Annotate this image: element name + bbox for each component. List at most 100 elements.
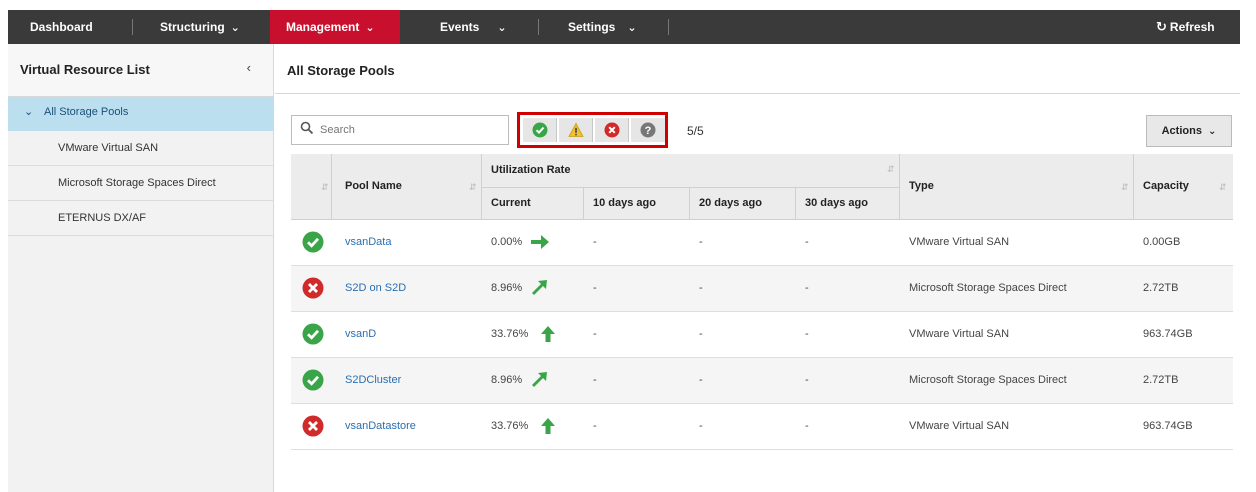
page-title: All Storage Pools — [287, 63, 395, 78]
sidebar-item-all-storage-pools[interactable]: ⌄ All Storage Pools — [8, 97, 274, 131]
main-panel: All Storage Pools Search ? 5/5 Actions ⌄… — [275, 44, 1240, 492]
sort-icon[interactable]: ⇵ — [469, 182, 477, 193]
result-count: 5/5 — [687, 124, 704, 138]
sidebar-item-vmware-virtual-san[interactable]: VMware Virtual SAN — [8, 131, 274, 166]
pool-type: Microsoft Storage Spaces Direct — [909, 282, 1067, 294]
nav-divider — [668, 19, 669, 35]
pool-capacity: 963.74GB — [1143, 420, 1193, 432]
pool-name-link[interactable]: vsanD — [345, 328, 376, 340]
nav-management[interactable]: Management ⌄ — [270, 10, 400, 44]
sidebar-item-eternus[interactable]: ETERNUS DX/AF — [8, 201, 274, 236]
filter-unknown-button[interactable]: ? — [631, 118, 665, 142]
column-header-capacity[interactable]: Capacity — [1143, 180, 1189, 192]
column-divider — [689, 187, 690, 220]
actions-button[interactable]: Actions ⌄ — [1146, 115, 1232, 147]
nav-settings[interactable]: Settings ⌄ — [568, 10, 637, 44]
table-row[interactable]: S2D on S2D 8.96% - - - Microsoft Storage Spac… — [291, 266, 1233, 312]
search-box[interactable] — [291, 115, 509, 145]
sidebar-item-label: ETERNUS DX/AF — [58, 212, 147, 224]
pool-name-link[interactable]: vsanData — [345, 236, 391, 248]
table-row[interactable]: S2DCluster 8.96% - - - Microsoft Storage Spac… — [291, 358, 1233, 404]
pool-name-link[interactable]: vsanDatastore — [345, 420, 416, 432]
sidebar-header: Virtual Resource List ‹ — [8, 44, 273, 97]
top-nav-bar: Dashboard Structuring ⌄ Management ⌄ Event… — [8, 10, 1240, 44]
sort-icon[interactable]: ⇵ — [321, 182, 329, 193]
filter-normal-button[interactable] — [523, 118, 557, 142]
sidebar-title: Virtual Resource List — [20, 62, 150, 77]
column-header-30-days-ago[interactable]: 30 days ago — [805, 197, 868, 209]
arrow-up-right-icon — [530, 371, 550, 394]
column-header-current[interactable]: Current — [491, 197, 531, 209]
arrow-up-icon — [538, 417, 558, 440]
utilization-10-days: - — [593, 420, 597, 432]
refresh-icon: ↻ — [1156, 19, 1167, 34]
status-ok-icon — [302, 323, 324, 345]
utilization-20-days: - — [699, 374, 703, 386]
pool-name-link[interactable]: S2DCluster — [345, 374, 401, 386]
column-divider — [331, 154, 332, 220]
column-divider — [899, 154, 900, 220]
column-header-10-days-ago[interactable]: 10 days ago — [593, 197, 656, 209]
column-divider — [583, 187, 584, 220]
refresh-button[interactable]: ↻ Refresh — [1156, 10, 1215, 44]
chevron-down-icon: ⌄ — [230, 22, 240, 34]
sidebar-item-label: VMware Virtual SAN — [58, 142, 159, 154]
utilization-30-days: - — [805, 328, 809, 340]
nav-structuring[interactable]: Structuring ⌄ — [160, 10, 240, 44]
chevron-down-icon: ⌄ — [497, 22, 507, 34]
sort-icon[interactable]: ⇵ — [887, 164, 895, 175]
utilization-current: 33.76% — [491, 420, 529, 432]
filter-error-button[interactable] — [595, 118, 629, 142]
sidebar: Virtual Resource List ‹ ⌄ All Storage Po… — [8, 44, 274, 492]
chevron-down-icon: ⌄ — [1208, 126, 1217, 137]
utilization-30-days: - — [805, 374, 809, 386]
chevron-down-icon: ⌄ — [627, 22, 637, 34]
pool-name-link[interactable]: S2D on S2D — [345, 282, 406, 294]
utilization-20-days: - — [699, 236, 703, 248]
utilization-30-days: - — [805, 420, 809, 432]
pool-type: Microsoft Storage Spaces Direct — [909, 374, 1067, 386]
nav-events[interactable]: Events ⌄ — [440, 10, 507, 44]
utilization-30-days: - — [805, 282, 809, 294]
pool-type: VMware Virtual SAN — [909, 420, 1010, 432]
warning-icon — [568, 122, 584, 137]
nav-dashboard[interactable]: Dashboard — [30, 10, 93, 44]
unknown-icon: ? — [640, 122, 656, 138]
utilization-10-days: - — [593, 328, 597, 340]
column-header-pool-name[interactable]: Pool Name — [345, 180, 402, 192]
chevron-down-icon: ⌄ — [24, 106, 34, 118]
arrow-right-icon — [530, 233, 550, 256]
check-circle-icon — [532, 122, 548, 138]
utilization-20-days: - — [699, 328, 703, 340]
pool-capacity: 2.72TB — [1143, 282, 1179, 294]
nav-divider — [538, 19, 539, 35]
utilization-10-days: - — [593, 236, 597, 248]
chevron-down-icon: ⌄ — [365, 22, 375, 34]
status-ok-icon — [302, 231, 324, 253]
status-filter-group: ? — [517, 112, 668, 148]
utilization-current: 0.00% — [491, 236, 523, 248]
collapse-sidebar-icon[interactable]: ‹ — [247, 60, 251, 75]
nav-management-label: Management — [286, 20, 360, 34]
utilization-current: 8.96% — [491, 282, 523, 294]
filter-warning-button[interactable] — [559, 118, 593, 142]
pool-type: VMware Virtual SAN — [909, 328, 1010, 340]
table-row[interactable]: vsanDatastore 33.76% - - - VMware Virtual SAN… — [291, 404, 1233, 450]
search-input[interactable] — [320, 120, 500, 140]
pool-type: VMware Virtual SAN — [909, 236, 1010, 248]
utilization-20-days: - — [699, 282, 703, 294]
header-divider — [481, 187, 899, 188]
svg-text:?: ? — [645, 125, 652, 137]
column-header-type[interactable]: Type — [909, 180, 934, 192]
utilization-20-days: - — [699, 420, 703, 432]
pool-capacity: 2.72TB — [1143, 374, 1179, 386]
table-row[interactable]: vsanD 33.76% - - - VMware Virtual SAN 963.74GB — [291, 312, 1233, 358]
sort-icon[interactable]: ⇵ — [1121, 182, 1129, 193]
nav-settings-label: Settings — [568, 20, 616, 34]
sidebar-item-microsoft-storage-spaces-direct[interactable]: Microsoft Storage Spaces Direct — [8, 166, 274, 201]
sort-icon[interactable]: ⇵ — [1219, 182, 1227, 193]
column-header-20-days-ago[interactable]: 20 days ago — [699, 197, 762, 209]
nav-divider — [132, 19, 133, 35]
nav-structuring-label: Structuring — [160, 20, 225, 34]
table-row[interactable]: vsanData 0.00% - - - VMware Virtual SAN 0.00GB — [291, 220, 1233, 266]
